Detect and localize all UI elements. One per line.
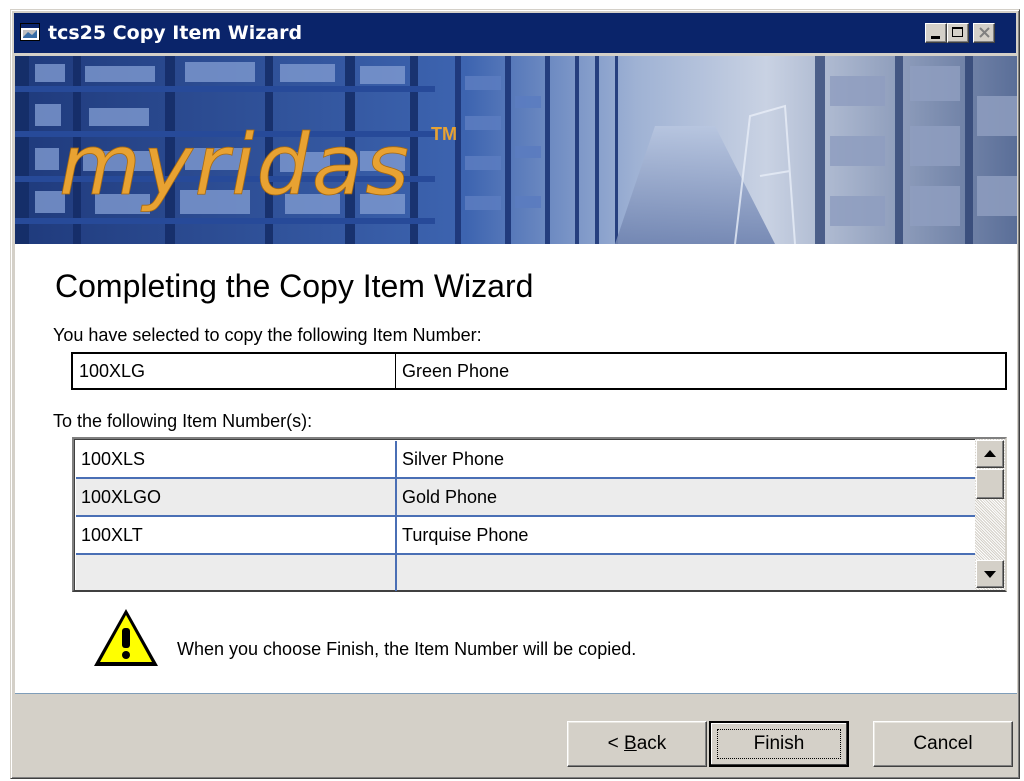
item-number-cell[interactable]	[76, 555, 397, 591]
maximize-button[interactable]	[947, 23, 969, 43]
arrow-down-icon	[984, 571, 996, 578]
finish-label: Finish	[753, 733, 805, 754]
finish-button[interactable]: Finish	[709, 721, 849, 767]
cancel-button[interactable]: Cancel	[873, 721, 1013, 767]
wizard-content: Completing the Copy Item Wizard You have…	[15, 244, 1017, 694]
back-prefix: <	[607, 733, 625, 754]
window-icon	[20, 23, 40, 41]
scroll-up-button[interactable]	[976, 440, 1004, 468]
close-icon	[979, 27, 990, 38]
warning-message: When you choose Finish, the Item Number …	[177, 639, 637, 659]
close-button[interactable]	[973, 23, 995, 43]
back-button[interactable]: < Back	[567, 721, 707, 767]
description-cell[interactable]: Gold Phone	[397, 479, 975, 515]
description-cell[interactable]: Turquise Phone	[397, 517, 975, 553]
back-rest: ack	[636, 733, 667, 754]
wizard-window: tcs25 Copy Item Wizard myridas TM Comple…	[10, 9, 1020, 779]
target-label: To the following Item Number(s):	[53, 411, 313, 431]
source-label: You have selected to copy the following …	[53, 325, 482, 345]
header-banner: myridas TM	[15, 56, 1017, 244]
page-title: Completing the Copy Item Wizard	[55, 268, 534, 304]
table-row[interactable]: 100XLS Silver Phone	[76, 441, 975, 479]
warning-icon	[94, 609, 158, 666]
title-bar[interactable]: tcs25 Copy Item Wizard	[14, 13, 1016, 53]
minimize-button[interactable]	[925, 23, 947, 43]
logo-text: myridas	[59, 116, 411, 214]
scroll-thumb[interactable]	[976, 469, 1004, 499]
description-cell[interactable]	[397, 555, 975, 591]
item-number-cell[interactable]: 100XLT	[76, 517, 397, 553]
table-row[interactable]: 100XLT Turquise Phone	[76, 517, 975, 555]
window-title: tcs25 Copy Item Wizard	[48, 22, 303, 44]
maximize-icon	[952, 27, 963, 37]
vertical-scrollbar[interactable]	[975, 439, 1005, 590]
item-number-cell[interactable]: 100XLS	[76, 441, 397, 477]
warehouse-banner-image: myridas TM	[15, 56, 1017, 244]
arrow-up-icon	[984, 450, 996, 457]
trademark-mark: TM	[431, 124, 457, 144]
source-item-description: Green Phone	[402, 361, 510, 381]
table-row[interactable]	[76, 555, 975, 591]
scroll-down-button[interactable]	[976, 560, 1004, 588]
description-cell[interactable]: Silver Phone	[397, 441, 975, 477]
table-row[interactable]: 100XLGO Gold Phone	[76, 479, 975, 517]
target-items-grid[interactable]: 100XLS Silver Phone 100XLGO Gold Phone 1…	[72, 437, 1007, 592]
source-item-table: 100XLG Green Phone	[71, 352, 1007, 390]
source-item-number: 100XLG	[73, 354, 396, 388]
minimize-icon	[931, 36, 940, 39]
back-mnemonic: B	[624, 733, 637, 754]
item-number-cell[interactable]: 100XLGO	[76, 479, 397, 515]
